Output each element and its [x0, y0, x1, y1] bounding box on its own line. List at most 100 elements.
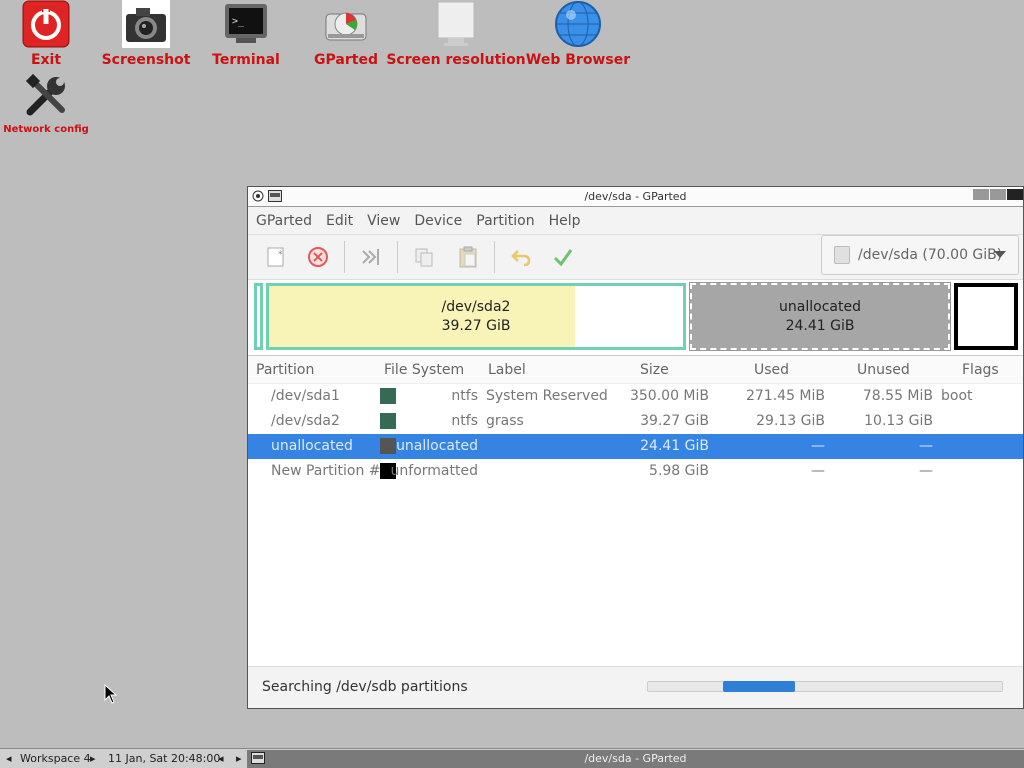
toolbar-separator — [494, 241, 495, 273]
desktop-icon-gparted[interactable]: GParted — [306, 0, 386, 68]
desktop-icon-label: Screenshot — [101, 52, 191, 68]
col-label[interactable]: Label — [488, 362, 526, 378]
diskmap-sda1[interactable] — [254, 283, 263, 350]
cell-size: 24.41 GiB — [640, 438, 709, 454]
workspace-next-arrow-icon[interactable]: ▸ — [90, 752, 96, 765]
cell-label: System Reserved — [486, 388, 608, 404]
diskmap-unallocated-size: 24.41 GiB — [785, 317, 855, 334]
cell-filesystem: ntfs — [451, 413, 478, 429]
desktop-icon-exit[interactable]: Exit — [18, 0, 74, 68]
table-row[interactable]: /dev/sda2 ntfs grass 39.27 GiB 29.13 GiB… — [248, 409, 1023, 434]
new-partition-button[interactable]: * — [256, 237, 296, 277]
device-selector-label: /dev/sda (70.00 GiB) — [858, 247, 1003, 263]
monitor-icon — [432, 0, 480, 48]
delete-icon — [308, 247, 328, 267]
desktop-icon-label: Screen resolution — [386, 52, 526, 68]
col-filesystem[interactable]: File System — [384, 362, 464, 378]
mouse-cursor-icon — [104, 683, 118, 708]
close-button[interactable] — [1007, 189, 1023, 200]
fs-color-swatch — [380, 388, 396, 404]
checkmark-icon — [553, 249, 573, 267]
cell-size: 350.00 MiB — [629, 388, 709, 404]
desktop-icon-network-config[interactable]: Network config — [3, 72, 89, 135]
cell-used: 271.45 MiB — [745, 388, 825, 404]
cell-unused: 10.13 GiB — [864, 413, 933, 429]
task-prev-arrow-icon[interactable]: ◂ — [218, 752, 224, 765]
desktop-icon-screen-resolution[interactable]: Screen resolution — [386, 0, 526, 68]
toolbar: * /dev/sda (70.00 GiB) — [248, 234, 1023, 280]
table-row[interactable]: /dev/sda1 ntfs System Reserved 350.00 Mi… — [248, 384, 1023, 409]
window-titlebar[interactable]: /dev/sda - GParted — [248, 187, 1023, 207]
cell-used: — — [811, 438, 825, 454]
desktop-icon-web-browser[interactable]: Web Browser — [526, 0, 630, 68]
desktop-icon-terminal[interactable]: >_ Terminal — [206, 0, 286, 68]
fs-color-swatch — [380, 438, 396, 454]
fs-color-swatch — [380, 413, 396, 429]
maximize-button[interactable] — [990, 189, 1006, 200]
new-icon: * — [267, 247, 284, 267]
cell-label: grass — [486, 413, 524, 429]
diskmap-unallocated[interactable]: unallocated 24.41 GiB — [689, 282, 951, 351]
cell-size: 5.98 GiB — [649, 463, 709, 479]
partition-table-header: Partition File System Label Size Used Un… — [248, 356, 1023, 384]
clock: 11 Jan, Sat 20:48:00 — [108, 752, 221, 765]
paste-button[interactable] — [448, 237, 488, 277]
cell-partition: /dev/sda2 — [271, 413, 340, 429]
cell-unused: — — [919, 463, 933, 479]
menu-help[interactable]: Help — [549, 213, 581, 229]
device-selector[interactable]: /dev/sda (70.00 GiB) — [821, 235, 1019, 275]
desktop-icon-screenshot[interactable]: Screenshot — [102, 0, 190, 68]
cell-flags: boot — [941, 388, 973, 404]
diskmap-sda2-text: /dev/sda2 39.27 GiB — [269, 286, 683, 347]
workspace-prev-arrow-icon[interactable]: ◂ — [6, 752, 12, 765]
menu-view[interactable]: View — [367, 213, 400, 229]
paste-icon — [459, 246, 477, 268]
col-used[interactable]: Used — [754, 362, 789, 378]
cell-used: — — [811, 463, 825, 479]
taskbar-window-title: /dev/sda - GParted — [584, 752, 687, 765]
globe-icon — [554, 0, 602, 48]
diskmap-sda2[interactable]: /dev/sda2 39.27 GiB — [266, 283, 686, 350]
window-title: /dev/sda - GParted — [584, 190, 687, 203]
menu-partition[interactable]: Partition — [476, 213, 534, 229]
resize-icon — [362, 249, 379, 265]
menu-edit[interactable]: Edit — [326, 213, 353, 229]
partition-list: /dev/sda1 ntfs System Reserved 350.00 Mi… — [248, 384, 1023, 695]
col-size[interactable]: Size — [640, 362, 669, 378]
cell-unused: — — [919, 438, 933, 454]
col-partition[interactable]: Partition — [256, 362, 314, 378]
copy-icon — [415, 248, 433, 267]
camera-icon — [122, 0, 170, 48]
cell-filesystem: unallocated — [396, 438, 478, 454]
copy-button[interactable] — [404, 237, 444, 277]
col-unused[interactable]: Unused — [857, 362, 910, 378]
progress-bar — [647, 681, 1003, 692]
menu-device[interactable]: Device — [414, 213, 462, 229]
undo-button[interactable] — [501, 237, 541, 277]
task-next-arrow-icon[interactable]: ▸ — [236, 752, 242, 765]
power-icon — [22, 0, 70, 48]
table-row[interactable]: unallocated unallocated 24.41 GiB — — — [248, 434, 1023, 459]
status-text: Searching /dev/sdb partitions — [262, 679, 468, 695]
progress-pulse — [723, 681, 795, 692]
gparted-window: /dev/sda - GParted GParted Edit View Dev… — [247, 186, 1024, 709]
cell-filesystem: ntfs — [451, 388, 478, 404]
diskmap-new-partition[interactable] — [954, 283, 1018, 350]
minimize-button[interactable] — [973, 189, 989, 200]
diskmap-sda2-name: /dev/sda2 — [441, 298, 511, 315]
tools-icon — [22, 72, 70, 120]
workspace-label[interactable]: Workspace 4 — [20, 752, 91, 765]
delete-button[interactable] — [298, 237, 338, 277]
cell-partition: New Partition #1 — [271, 463, 390, 479]
menu-gparted[interactable]: GParted — [256, 213, 312, 229]
taskbar: ◂ Workspace 4 ▸ 11 Jan, Sat 20:48:00 ◂ ▸… — [0, 748, 1024, 768]
apply-button[interactable] — [543, 237, 583, 277]
col-flags[interactable]: Flags — [962, 362, 999, 378]
desktop-icon-label: Network config — [3, 124, 89, 135]
taskbar-window-button[interactable]: /dev/sda - GParted — [247, 750, 1024, 768]
gparted-icon — [322, 0, 370, 48]
toolbar-separator — [397, 241, 398, 273]
resize-move-button[interactable] — [351, 237, 391, 277]
table-row[interactable]: New Partition #1 unformatted 5.98 GiB — … — [248, 459, 1023, 484]
desktop-icon-label: Terminal — [212, 52, 280, 68]
